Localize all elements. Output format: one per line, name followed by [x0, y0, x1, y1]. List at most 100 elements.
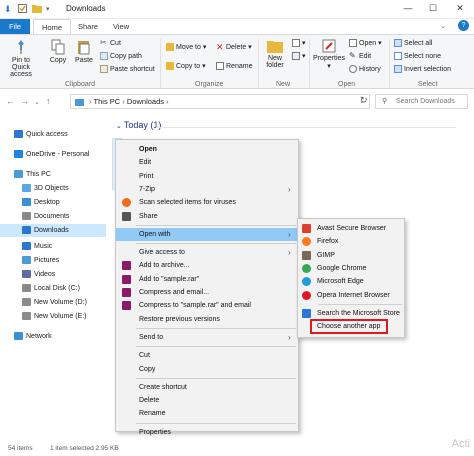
search-input[interactable]: ⚲ Search Downloads — [375, 94, 468, 109]
history-button[interactable]: History — [349, 65, 381, 73]
menu-item-restore-previous-versions[interactable]: Restore previous versions — [116, 313, 298, 326]
new-folder-button[interactable]: New folder — [262, 39, 288, 69]
menu-item-add-to-archive[interactable]: Add to archive... — [116, 259, 298, 272]
sidebar-item-quick-access[interactable]: Quick access — [0, 128, 106, 141]
paste-shortcut-button[interactable]: Paste shortcut — [100, 65, 155, 73]
new-item-button[interactable]: ▾ — [292, 39, 306, 48]
open-with-google-chrome[interactable]: Google Chrome — [298, 262, 404, 275]
ribbon-expand-icon[interactable]: ⌄ — [440, 22, 446, 30]
chrome-icon — [302, 263, 311, 273]
back-icon[interactable]: ← — [6, 96, 15, 106]
menu-item-label: Add to "sample.rar" — [139, 275, 200, 283]
close-icon[interactable]: ✕ — [452, 3, 468, 15]
menu-item-7-zip[interactable]: 7-Zip › — [116, 183, 298, 196]
properties-button[interactable]: Properties ▾ — [312, 39, 346, 70]
delete-button[interactable]: ✕ Delete ▾ — [216, 43, 252, 52]
maximize-icon[interactable]: ☐ — [425, 3, 441, 15]
invert-selection-button[interactable]: Invert selection — [394, 65, 451, 73]
sidebar-item-onedrive-personal[interactable]: OneDrive - Personal — [0, 148, 106, 161]
address-bar[interactable]: › This PC › Downloads › ⌄ — [70, 94, 370, 109]
menu-item-rename[interactable]: Rename — [116, 407, 298, 420]
sidebar-item-new-volume-d[interactable]: New Volume (D:) — [0, 296, 106, 309]
sidebar-item-label: This PC — [26, 171, 51, 178]
activation-watermark: Acti — [451, 438, 470, 450]
checkbox-icon[interactable] — [18, 4, 27, 15]
menu-item-cut[interactable]: Cut — [116, 349, 298, 362]
open-with-microsoft-edge[interactable]: Microsoft Edge — [298, 275, 404, 288]
tab-home[interactable]: Home — [33, 19, 72, 34]
tab-share[interactable]: Share — [70, 19, 106, 34]
open-icon — [349, 39, 357, 48]
paste-shortcut-icon — [100, 65, 108, 73]
menu-item-give-access-to[interactable]: Give access to › — [116, 246, 298, 259]
breadcrumb-this-pc[interactable]: This PC — [94, 97, 121, 106]
menu-item-scan-selected-items-for-viruses[interactable]: Scan selected items for viruses — [116, 196, 298, 209]
menu-item-compress-to-sample-rar-and-email[interactable]: Compress to "sample.rar" and email — [116, 299, 298, 312]
sidebar-item-network[interactable]: Network — [0, 330, 106, 343]
menu-item-share[interactable]: Share — [116, 210, 298, 223]
tab-view[interactable]: View — [105, 19, 137, 34]
menu-item-open[interactable]: Open — [116, 143, 298, 156]
sidebar-item-this-pc[interactable]: This PC — [0, 168, 106, 181]
chevron-right-icon: › — [288, 332, 291, 342]
refresh-icon[interactable]: ↻ — [360, 95, 368, 106]
copy-path-button[interactable]: Copy path — [100, 52, 142, 60]
menu-item-label: Opera Internet Browser — [317, 291, 390, 299]
menu-item-compress-and-email[interactable]: Compress and email... — [116, 286, 298, 299]
menu-separator — [136, 422, 296, 424]
context-menu: Open Edit Print 7-Zip › Scan selected items f… — [115, 139, 299, 436]
open-with-search-the-microsoft-store[interactable]: Search the Microsoft Store — [298, 307, 404, 320]
recent-locations-icon[interactable]: ⌄ — [34, 98, 40, 106]
menu-item-properties[interactable]: Properties — [116, 426, 298, 439]
rename-button[interactable]: Rename — [216, 62, 252, 70]
sidebar-item-documents[interactable]: Documents — [0, 210, 106, 223]
pin-to-quick-access-button[interactable]: Pin to Quick access — [3, 39, 39, 78]
window-title: Downloads — [66, 4, 106, 13]
edit-button[interactable]: ✎ Edit — [349, 52, 371, 60]
copy-button[interactable]: Copy — [46, 39, 70, 64]
folder-icon[interactable] — [32, 4, 42, 15]
sidebar-item-desktop[interactable]: Desktop — [0, 196, 106, 209]
open-with-opera-internet-browser[interactable]: Opera Internet Browser — [298, 289, 404, 302]
menu-item-add-to-sample-rar[interactable]: Add to "sample.rar" — [116, 273, 298, 286]
menu-item-label: Firefox — [317, 238, 339, 246]
minimize-icon[interactable]: — — [400, 3, 416, 15]
sidebar-item-3d-objects[interactable]: 3D Objects — [0, 182, 106, 195]
open-button[interactable]: Open ▾ — [349, 39, 382, 48]
menu-item-label: Rename — [139, 410, 166, 418]
sidebar-item-local-disk-c[interactable]: Local Disk (C:) — [0, 282, 106, 295]
open-with-firefox[interactable]: Firefox — [298, 235, 404, 248]
menu-item-print[interactable]: Print — [116, 170, 298, 183]
select-none-button[interactable]: Select none — [394, 52, 441, 60]
help-icon[interactable]: ? — [458, 20, 469, 31]
breadcrumb-downloads[interactable]: Downloads — [127, 97, 164, 106]
move-to-button[interactable]: Move to ▾ — [166, 43, 206, 52]
open-with-avast-secure-browser[interactable]: Avast Secure Browser — [298, 222, 404, 235]
group-header-today[interactable]: ⌄ Today (1) — [116, 120, 161, 130]
select-none-icon — [394, 52, 402, 60]
sidebar-item-new-volume-e[interactable]: New Volume (E:) — [0, 310, 106, 323]
open-with-gimp[interactable]: GIMP — [298, 249, 404, 262]
menu-item-edit[interactable]: Edit — [116, 156, 298, 169]
forward-icon[interactable]: → — [20, 96, 29, 106]
sidebar-item-label: Network — [26, 333, 52, 340]
cut-button[interactable]: ✂ Cut — [100, 39, 121, 47]
sidebar-item-videos[interactable]: Videos — [0, 268, 106, 281]
menu-item-create-shortcut[interactable]: Create shortcut — [116, 381, 298, 394]
menu-item-open-with[interactable]: Open with › — [116, 227, 298, 241]
tab-file[interactable]: File — [0, 19, 30, 34]
menu-item-delete[interactable]: Delete — [116, 394, 298, 407]
sidebar-item-downloads[interactable]: Downloads — [0, 224, 106, 237]
select-all-button[interactable]: Select all — [394, 39, 432, 47]
up-icon[interactable]: ↑ — [46, 96, 51, 106]
quick-access-dropdown-icon[interactable]: ▾ — [46, 5, 50, 13]
easy-access-button[interactable]: ▾ — [292, 52, 306, 61]
menu-item-send-to[interactable]: Send to › — [116, 331, 298, 344]
paste-button[interactable]: Paste — [72, 39, 96, 64]
copy-to-button[interactable]: Copy to ▾ — [166, 62, 206, 71]
sidebar-item-pictures[interactable]: Pictures — [0, 254, 106, 267]
menu-item-copy[interactable]: Copy — [116, 363, 298, 376]
down-arrow-icon[interactable]: ⬇ — [4, 4, 12, 15]
sidebar-item-label: Quick access — [26, 131, 68, 138]
sidebar-item-music[interactable]: Music — [0, 240, 106, 253]
